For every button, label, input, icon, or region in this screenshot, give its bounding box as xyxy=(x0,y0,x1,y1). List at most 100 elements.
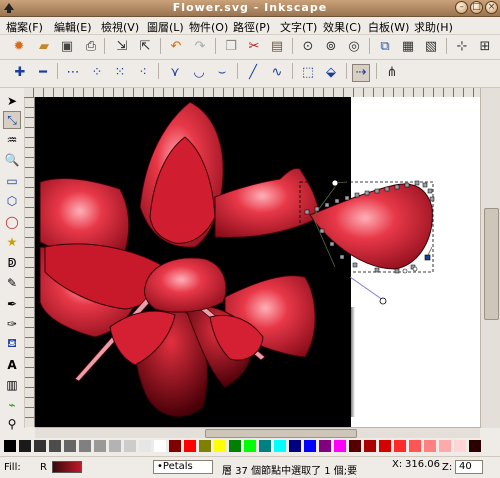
spiral-tool-icon[interactable]: ↁ xyxy=(3,254,21,272)
vertical-scrollbar[interactable] xyxy=(480,88,500,428)
cut-icon[interactable]: ✂ xyxy=(245,38,263,56)
show-handles-icon[interactable]: ⇢ xyxy=(352,64,370,82)
palette-swatch[interactable] xyxy=(304,440,316,452)
connector-tool-icon[interactable]: ⌁ xyxy=(3,396,21,414)
ungroup-icon[interactable]: ▧ xyxy=(422,38,440,56)
undo-icon[interactable]: ↶ xyxy=(167,38,185,56)
export-icon[interactable]: ⇱ xyxy=(136,38,154,56)
palette-swatch[interactable] xyxy=(94,440,106,452)
fill-swatch[interactable] xyxy=(52,461,82,473)
palette-swatch[interactable] xyxy=(169,440,181,452)
palette-swatch[interactable] xyxy=(469,440,481,452)
join-nodes-icon[interactable]: ⋯ xyxy=(64,64,82,82)
menu-view[interactable]: 檢視(V) xyxy=(101,19,139,35)
palette-swatch[interactable] xyxy=(19,440,31,452)
node-tool-icon[interactable]: ⤡ xyxy=(3,111,21,129)
palette-swatch[interactable] xyxy=(229,440,241,452)
palette-swatch[interactable] xyxy=(439,440,451,452)
close-button[interactable]: × xyxy=(485,1,498,14)
palette-swatch[interactable] xyxy=(364,440,376,452)
insert-node-icon[interactable]: ✚ xyxy=(11,64,29,82)
delete-node-icon[interactable]: ━ xyxy=(34,64,52,82)
palette-swatch[interactable] xyxy=(49,440,61,452)
copy-icon[interactable]: ❐ xyxy=(222,38,240,56)
group-icon[interactable]: ▦ xyxy=(399,38,417,56)
menu-object[interactable]: 物件(O) xyxy=(189,19,228,35)
palette-swatch[interactable] xyxy=(64,440,76,452)
palette-swatch[interactable] xyxy=(79,440,91,452)
menu-file[interactable]: 檔案(F) xyxy=(6,19,43,35)
palette-swatch[interactable] xyxy=(259,440,271,452)
symmetric-node-icon[interactable]: ⌣ xyxy=(213,64,231,82)
smooth-node-icon[interactable]: ◡ xyxy=(190,64,208,82)
join-segment-icon[interactable]: ⁙ xyxy=(111,64,129,82)
text-tool-icon[interactable]: A xyxy=(3,356,21,374)
palette-swatch[interactable] xyxy=(379,440,391,452)
duplicate-icon[interactable]: ⧉ xyxy=(376,38,394,56)
layer-selector[interactable]: •Petals xyxy=(153,460,213,474)
menu-layer[interactable]: 圖層(L) xyxy=(147,19,184,35)
minimize-button[interactable]: – xyxy=(455,1,468,14)
stroke-to-path-icon[interactable]: ⬙ xyxy=(322,64,340,82)
new-document-icon[interactable]: ✹ xyxy=(10,38,28,56)
palette-swatch[interactable] xyxy=(244,440,256,452)
line-segment-icon[interactable]: ╱ xyxy=(244,64,262,82)
dropper-tool-icon[interactable]: ⚲ xyxy=(3,415,21,433)
path-effect-icon[interactable]: ⋔ xyxy=(383,64,401,82)
align-icon[interactable]: ⊞ xyxy=(476,38,494,56)
pencil-tool-icon[interactable]: ✎ xyxy=(3,274,21,292)
ellipse-tool-icon[interactable]: ◯ xyxy=(3,213,21,231)
print-icon[interactable]: ⎙ xyxy=(82,38,100,56)
menu-path[interactable]: 路徑(P) xyxy=(233,19,270,35)
palette-swatch[interactable] xyxy=(349,440,361,452)
vertical-scroll-thumb[interactable] xyxy=(484,208,499,320)
menu-whiteboard[interactable]: 白板(W) xyxy=(368,19,409,35)
spray-tool-icon[interactable]: ▥ xyxy=(3,376,21,394)
zoom-page-icon[interactable]: ◎ xyxy=(345,38,363,56)
palette-swatch[interactable] xyxy=(109,440,121,452)
palette-swatch[interactable] xyxy=(199,440,211,452)
save-icon[interactable]: ▣ xyxy=(58,38,76,56)
menu-effects[interactable]: 效果(C) xyxy=(323,19,361,35)
object-to-path-icon[interactable]: ⬚ xyxy=(299,64,317,82)
palette-swatch[interactable] xyxy=(4,440,16,452)
palette-swatch[interactable] xyxy=(184,440,196,452)
redo-icon[interactable]: ↷ xyxy=(191,38,209,56)
zoom-field[interactable]: 40 xyxy=(455,460,483,474)
3d-box-tool-icon[interactable]: ⬡ xyxy=(3,192,21,210)
calligraphy-tool-icon[interactable]: ✑ xyxy=(3,315,21,333)
zoom-tool-icon[interactable]: 🔍 xyxy=(3,151,21,169)
maximize-button[interactable]: □ xyxy=(470,1,483,14)
palette-swatch[interactable] xyxy=(124,440,136,452)
palette-swatch[interactable] xyxy=(274,440,286,452)
paste-icon[interactable]: ▤ xyxy=(268,38,286,56)
break-path-icon[interactable]: ⁘ xyxy=(88,64,106,82)
tweak-tool-icon[interactable]: ♒ xyxy=(3,131,21,149)
palette-swatch[interactable] xyxy=(289,440,301,452)
menu-help[interactable]: 求助(H) xyxy=(414,19,453,35)
paint-bucket-tool-icon[interactable]: ⛾ xyxy=(3,335,21,353)
palette-swatch[interactable] xyxy=(334,440,346,452)
palette-swatch[interactable] xyxy=(34,440,46,452)
rectangle-tool-icon[interactable]: ▭ xyxy=(3,172,21,190)
xml-editor-icon[interactable]: ⊹ xyxy=(453,38,471,56)
menu-edit[interactable]: 編輯(E) xyxy=(54,19,92,35)
horizontal-scrollbar[interactable] xyxy=(35,427,480,438)
pen-tool-icon[interactable]: ✒ xyxy=(3,295,21,313)
horizontal-scroll-thumb[interactable] xyxy=(205,429,357,438)
drawing-canvas[interactable] xyxy=(35,97,480,427)
palette-swatch[interactable] xyxy=(139,440,151,452)
palette-swatch[interactable] xyxy=(319,440,331,452)
menu-text[interactable]: 文字(T) xyxy=(280,19,317,35)
palette-swatch[interactable] xyxy=(154,440,166,452)
curve-segment-icon[interactable]: ∿ xyxy=(268,64,286,82)
palette-swatch[interactable] xyxy=(424,440,436,452)
palette-swatch[interactable] xyxy=(409,440,421,452)
zoom-drawing-icon[interactable]: ⊚ xyxy=(322,38,340,56)
selector-tool-icon[interactable]: ➤ xyxy=(3,92,21,110)
palette-swatch[interactable] xyxy=(394,440,406,452)
zoom-selection-icon[interactable]: ⊙ xyxy=(299,38,317,56)
import-icon[interactable]: ⇲ xyxy=(113,38,131,56)
delete-segment-icon[interactable]: ⁖ xyxy=(134,64,152,82)
palette-swatch[interactable] xyxy=(454,440,466,452)
